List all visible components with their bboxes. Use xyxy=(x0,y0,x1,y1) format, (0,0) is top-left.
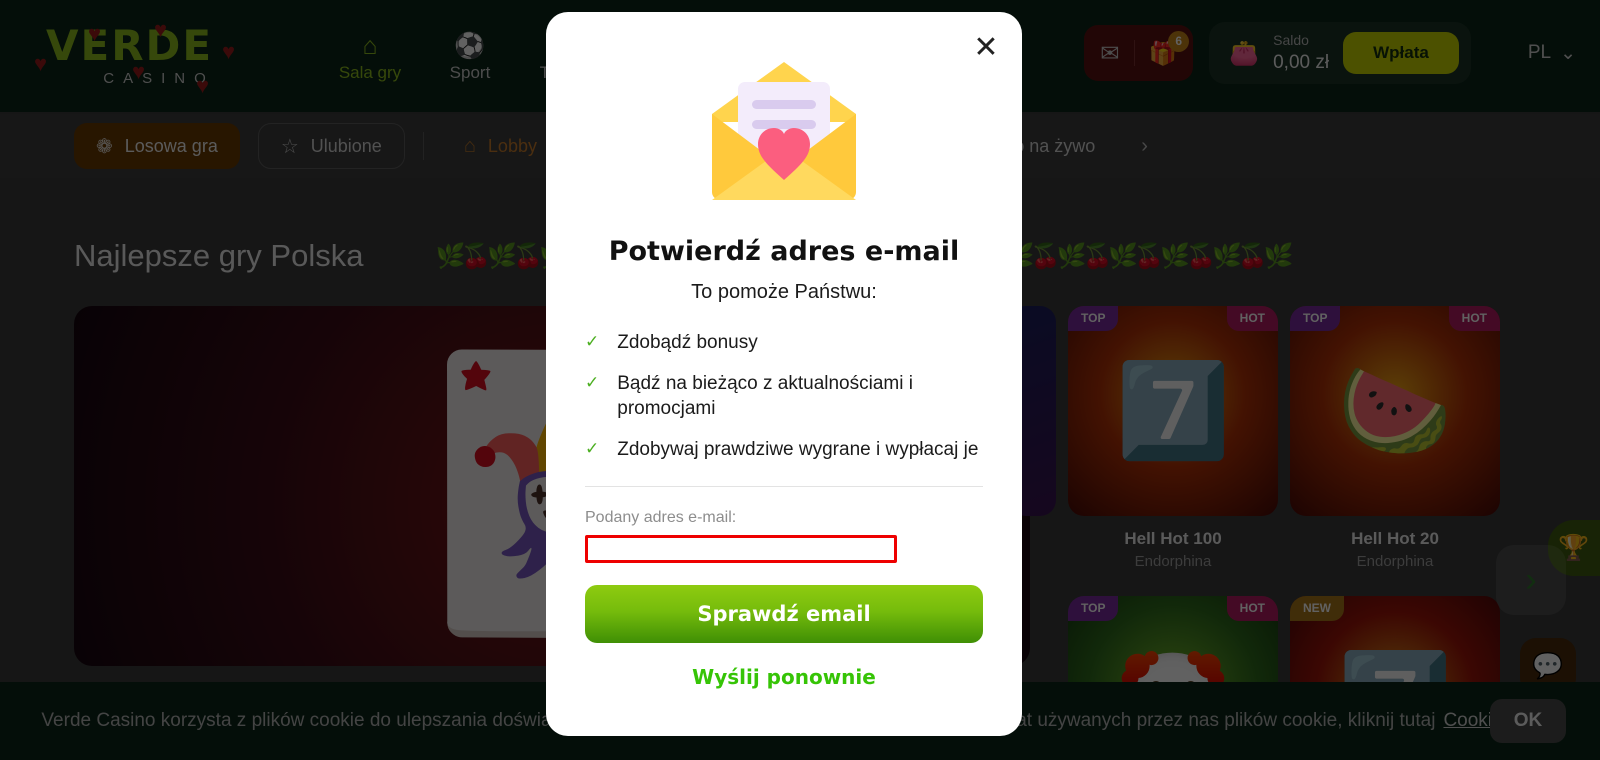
email-confirmation-modal: ✕ Potwierdź adres e-mail To pomoże Państ… xyxy=(546,12,1022,736)
modal-title: Potwierdź adres e-mail xyxy=(608,236,960,267)
email-input[interactable] xyxy=(585,535,897,564)
list-item: ✓ Zdobywaj prawdziwe wygrane i wypłacaj … xyxy=(585,437,983,462)
email-field-label: Podany adres e-mail: xyxy=(585,509,737,527)
benefits-list: ✓ Zdobądź bonusy ✓ Bądź na bieżąco z akt… xyxy=(585,330,983,478)
check-icon: ✓ xyxy=(585,373,600,393)
check-email-button[interactable]: Sprawdź email xyxy=(585,585,983,644)
benefit-text: Zdobywaj prawdziwe wygrane i wypłacaj je xyxy=(617,439,979,461)
divider xyxy=(585,486,983,488)
envelope-with-heart-icon xyxy=(704,56,864,206)
check-icon: ✓ xyxy=(585,332,600,351)
list-item: ✓ Zdobądź bonusy xyxy=(585,330,983,355)
benefit-text: Zdobądź bonusy xyxy=(617,332,758,353)
check-icon: ✓ xyxy=(585,439,600,459)
modal-subtitle: To pomoże Państwu: xyxy=(691,281,877,303)
close-icon[interactable]: ✕ xyxy=(966,28,1006,68)
list-item: ✓ Bądź na bieżąco z aktualnościami i pro… xyxy=(585,371,983,421)
screen: VERDE CASINO ♥ ♥ ♥ ♥ ♥ ♥ ⌂ Sala gry ⚽ Sp… xyxy=(0,0,1600,760)
resend-email-link[interactable]: Wyślij ponownie xyxy=(692,665,876,689)
benefit-text: Bądź na bieżąco z aktualnościami i promo… xyxy=(617,373,913,420)
